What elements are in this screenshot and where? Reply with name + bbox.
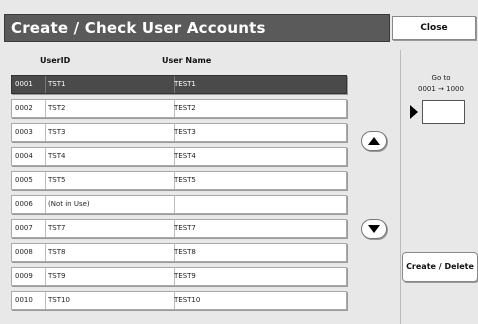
row-number: 0002 bbox=[12, 100, 46, 117]
table-row[interactable]: 0004 TST4 TEST4 bbox=[11, 147, 347, 166]
title-bar: Create / Check User Accounts Close bbox=[0, 0, 478, 45]
row-userid: TST1 bbox=[43, 76, 175, 93]
row-number: 0008 bbox=[12, 244, 46, 261]
table-header: UserID User Name bbox=[0, 50, 350, 68]
close-button[interactable]: Close bbox=[392, 16, 476, 40]
scroll-down-button[interactable] bbox=[361, 219, 387, 239]
column-header-userid: UserID bbox=[40, 56, 71, 65]
table-row[interactable]: 0009 TST9 TEST9 bbox=[11, 267, 347, 286]
row-number: 0005 bbox=[12, 172, 46, 189]
table-row[interactable]: 0005 TST5 TEST5 bbox=[11, 171, 347, 190]
row-username: TEST2 bbox=[174, 104, 196, 112]
row-userid: TST7 bbox=[43, 220, 175, 237]
row-username: TEST10 bbox=[174, 296, 201, 304]
row-username: TEST9 bbox=[174, 272, 196, 280]
chevron-up-icon bbox=[368, 137, 380, 145]
pointer-arrow-icon bbox=[410, 105, 418, 119]
row-userid: TST5 bbox=[43, 172, 175, 189]
row-userid: TST3 bbox=[43, 124, 175, 141]
table-row[interactable]: 0003 TST3 TEST3 bbox=[11, 123, 347, 142]
row-username: TEST8 bbox=[174, 248, 196, 256]
table-row[interactable]: 0001 TST1 TEST1 bbox=[11, 75, 347, 94]
row-number: 0006 bbox=[12, 196, 46, 213]
row-number: 0010 bbox=[12, 292, 46, 309]
goto-range: 0001 → 1000 bbox=[418, 85, 464, 93]
page-title: Create / Check User Accounts bbox=[4, 14, 390, 42]
screen: Create / Check User Accounts Close UserI… bbox=[0, 0, 478, 324]
row-username bbox=[171, 196, 174, 213]
row-userid: TST9 bbox=[43, 268, 175, 285]
row-number: 0009 bbox=[12, 268, 46, 285]
table-row[interactable]: 0002 TST2 TEST2 bbox=[11, 99, 347, 118]
row-username: TEST3 bbox=[174, 128, 196, 136]
row-number: 0001 bbox=[12, 76, 46, 93]
goto-label: Go to bbox=[431, 74, 451, 82]
goto-input[interactable] bbox=[422, 100, 465, 124]
create-delete-button[interactable]: Create / Delete bbox=[402, 252, 478, 282]
row-username: TEST5 bbox=[174, 176, 196, 184]
row-userid: TST4 bbox=[43, 148, 175, 165]
table-row[interactable]: 0010 TST10 TEST10 bbox=[11, 291, 347, 310]
scroll-up-button[interactable] bbox=[361, 131, 387, 151]
table-row[interactable]: 0008 TST8 TEST8 bbox=[11, 243, 347, 262]
row-userid: TST8 bbox=[43, 244, 175, 261]
right-panel: Go to 0001 → 1000 bbox=[400, 50, 478, 324]
row-number: 0007 bbox=[12, 220, 46, 237]
row-username: TEST1 bbox=[174, 80, 196, 88]
table-row[interactable]: 0006 (Not in Use) bbox=[11, 195, 347, 214]
row-userid: TST10 bbox=[43, 292, 175, 309]
page-title-text: Create / Check User Accounts bbox=[11, 19, 266, 37]
row-userid: (Not in Use) bbox=[43, 196, 175, 213]
column-header-username: User Name bbox=[162, 56, 212, 65]
row-number: 0004 bbox=[12, 148, 46, 165]
row-number: 0003 bbox=[12, 124, 46, 141]
row-username: TEST7 bbox=[174, 224, 196, 232]
table-row[interactable]: 0007 TST7 TEST7 bbox=[11, 219, 347, 238]
row-username: TEST4 bbox=[174, 152, 196, 160]
chevron-down-icon bbox=[368, 225, 380, 233]
row-userid: TST2 bbox=[43, 100, 175, 117]
